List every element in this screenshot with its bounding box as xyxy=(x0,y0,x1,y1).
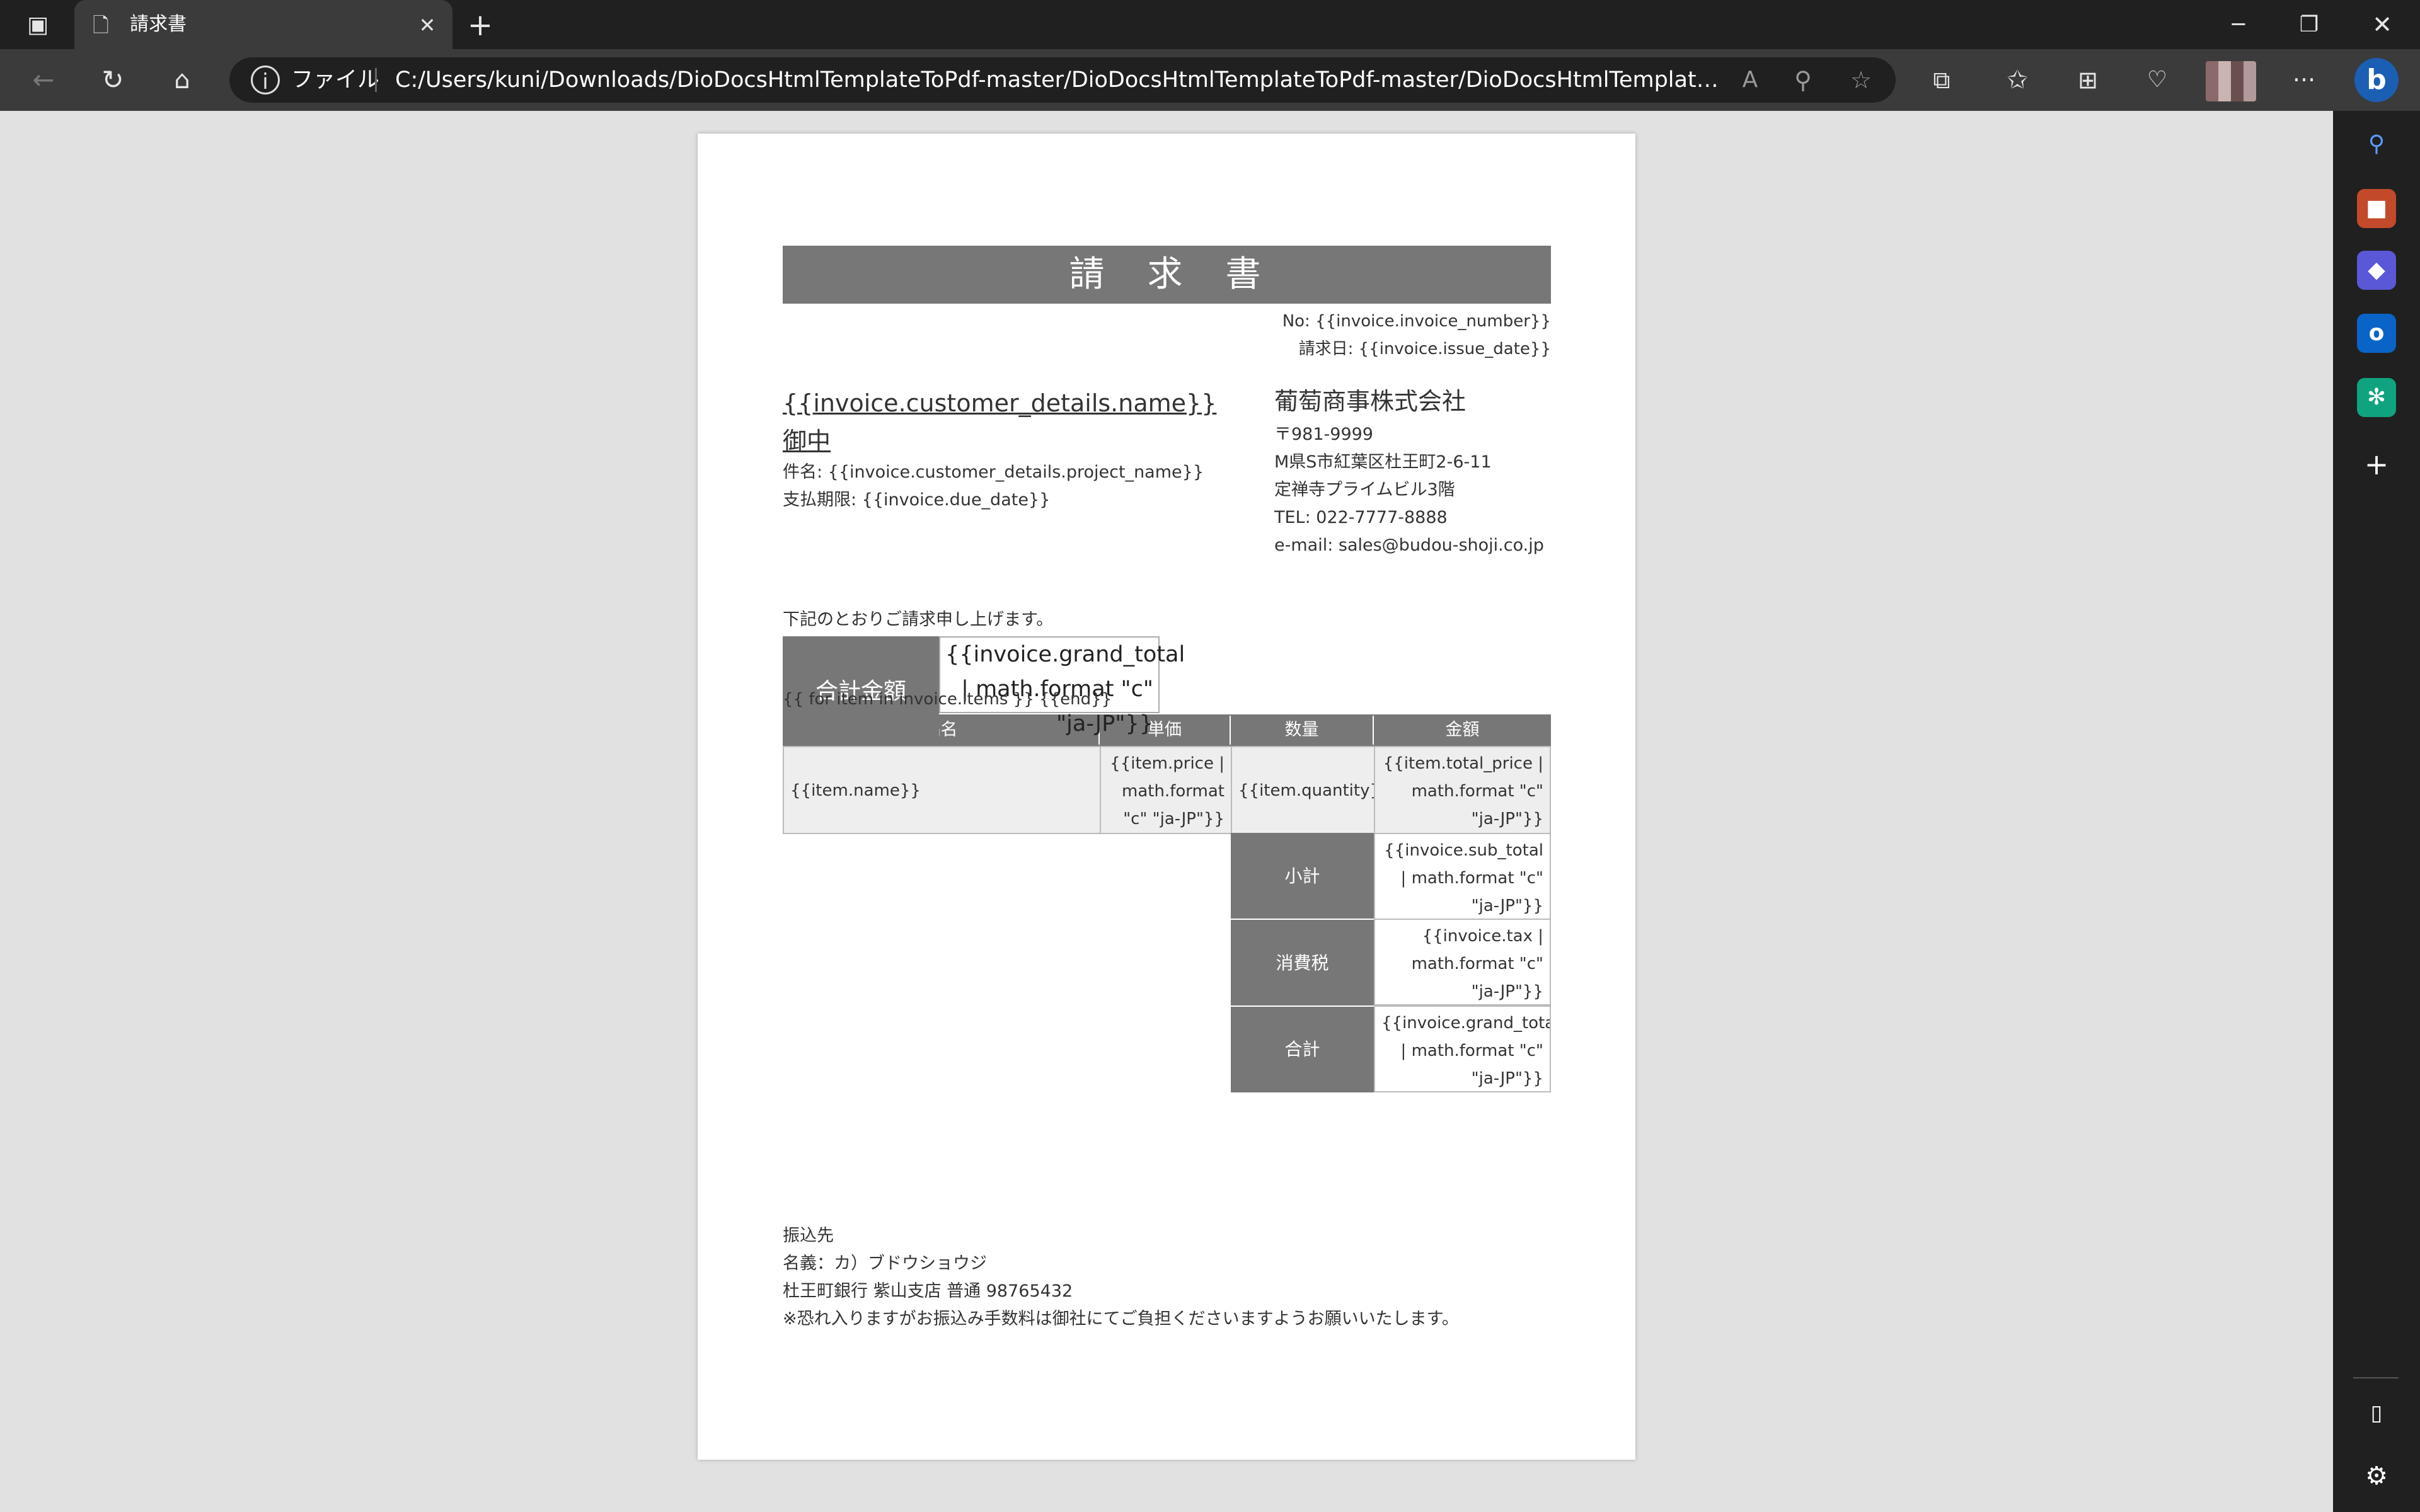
loop-template-text: {{ for item in invoice.items }} {{end}} xyxy=(783,690,1112,709)
close-tab-icon[interactable]: ✕ xyxy=(413,11,441,39)
favorites-icon[interactable]: ✩ xyxy=(2003,66,2032,94)
company-tel: TEL: 022-7777-8888 xyxy=(1274,508,1448,527)
tab-actions-icon[interactable]: ▣ xyxy=(23,10,53,40)
invoice-number: No: {{invoice.invoice_number}} xyxy=(1282,312,1551,331)
zoom-out-icon[interactable]: ⚲ xyxy=(1789,66,1818,94)
header-amount: 金額 xyxy=(1374,716,1551,745)
copilot-app-icon[interactable]: ◆ xyxy=(2357,251,2396,290)
sidebar-divider xyxy=(2353,1377,2399,1378)
minimize-icon[interactable]: ─ xyxy=(2221,9,2256,40)
home-icon[interactable]: ⌂ xyxy=(164,64,200,96)
bank-heading: 振込先 xyxy=(783,1226,834,1246)
split-screen-icon[interactable]: ▯ xyxy=(2357,1394,2396,1433)
company-email: e-mail: sales@budou-shoji.co.jp xyxy=(1274,536,1544,555)
item-price-cell: {{item.price | math.format "c" "ja-JP"}} xyxy=(1100,746,1232,834)
back-icon[interactable]: ← xyxy=(25,64,62,96)
more-icon[interactable]: ··· xyxy=(2286,66,2322,94)
add-favorite-icon[interactable]: ☆ xyxy=(1847,66,1876,94)
page-icon: 🗋 xyxy=(93,13,109,37)
company-postal: 〒981-9999 xyxy=(1274,425,1373,444)
bank-account: 杜王町銀行 紫山支店 普通 98765432 xyxy=(783,1281,1073,1301)
add-app-icon[interactable]: + xyxy=(2357,445,2396,484)
profile-avatar[interactable] xyxy=(2206,61,2256,101)
reload-icon[interactable]: ↻ xyxy=(95,64,131,96)
header-quantity: 数量 xyxy=(1231,716,1374,745)
company-address1: M県S市紅葉区杜王町2-6-11 xyxy=(1274,452,1492,472)
file-scheme-label: ファイル xyxy=(291,67,380,93)
info-icon[interactable]: i xyxy=(251,66,280,94)
intro-text: 下記のとおりご請求申し上げます。 xyxy=(783,610,1054,629)
issue-date: 請求日: {{invoice.issue_date}} xyxy=(1298,340,1551,358)
read-aloud-icon[interactable]: A xyxy=(1736,66,1765,94)
new-tab-icon[interactable]: + xyxy=(463,8,498,43)
grand-total-value: {{invoice.grand_total | math.format "c" … xyxy=(1374,1005,1551,1092)
restore-icon[interactable]: ❐ xyxy=(2291,9,2327,40)
address-separator xyxy=(375,68,377,92)
collections-icon[interactable]: ⊞ xyxy=(2073,66,2102,94)
copilot-icon[interactable]: b xyxy=(2354,58,2399,102)
item-quantity-cell: {{item.quantity}} xyxy=(1231,746,1375,834)
due-date: 支払期限: {{invoice.due_date}} xyxy=(783,490,1051,510)
url-text[interactable]: C:/Users/kuni/Downloads/DioDocsHtmlTempl… xyxy=(395,57,1725,103)
chatgpt-icon[interactable]: ✻ xyxy=(2357,378,2396,417)
customer-name: {{invoice.customer_details.name}} 御中 xyxy=(783,389,1217,455)
bank-note: ※恐れ入りますがお振込み手数料は御社にてご負担くださいますようお願いいたします。 xyxy=(783,1309,1459,1329)
company-address2: 定禅寺プライムビル3階 xyxy=(1274,480,1455,500)
subtotal-value: {{invoice.sub_total | math.format "c" "j… xyxy=(1374,833,1551,920)
project-name: 件名: {{invoice.customer_details.project_n… xyxy=(783,462,1204,482)
tools-icon[interactable]: ■ xyxy=(2357,189,2396,228)
item-total-cell: {{item.total_price | math.format "c" "ja… xyxy=(1374,746,1551,834)
settings-icon[interactable]: ⚙ xyxy=(2357,1457,2396,1496)
extensions-icon[interactable]: ⧉ xyxy=(1927,66,1956,94)
tax-label: 消費税 xyxy=(1231,920,1374,1007)
tax-value: {{invoice.tax | math.format "c" "ja-JP"}… xyxy=(1374,919,1551,1005)
invoice-title: 請 求 書 xyxy=(783,246,1551,304)
company-name: 葡萄商事株式会社 xyxy=(1274,387,1466,415)
item-name-cell: {{item.name}} xyxy=(783,746,1101,834)
tab-title: 請求書 xyxy=(130,13,187,35)
subtotal-label: 小計 xyxy=(1231,833,1374,920)
outlook-icon[interactable]: o xyxy=(2357,314,2396,353)
search-icon[interactable]: ⚲ xyxy=(2357,125,2396,164)
browser-essentials-icon[interactable]: ♡ xyxy=(2143,66,2172,94)
bank-holder: 名義：カ）ブドウショウジ xyxy=(783,1254,987,1273)
grand-total-label: 合計 xyxy=(1231,1007,1374,1092)
close-window-icon[interactable]: ✕ xyxy=(2365,9,2400,40)
